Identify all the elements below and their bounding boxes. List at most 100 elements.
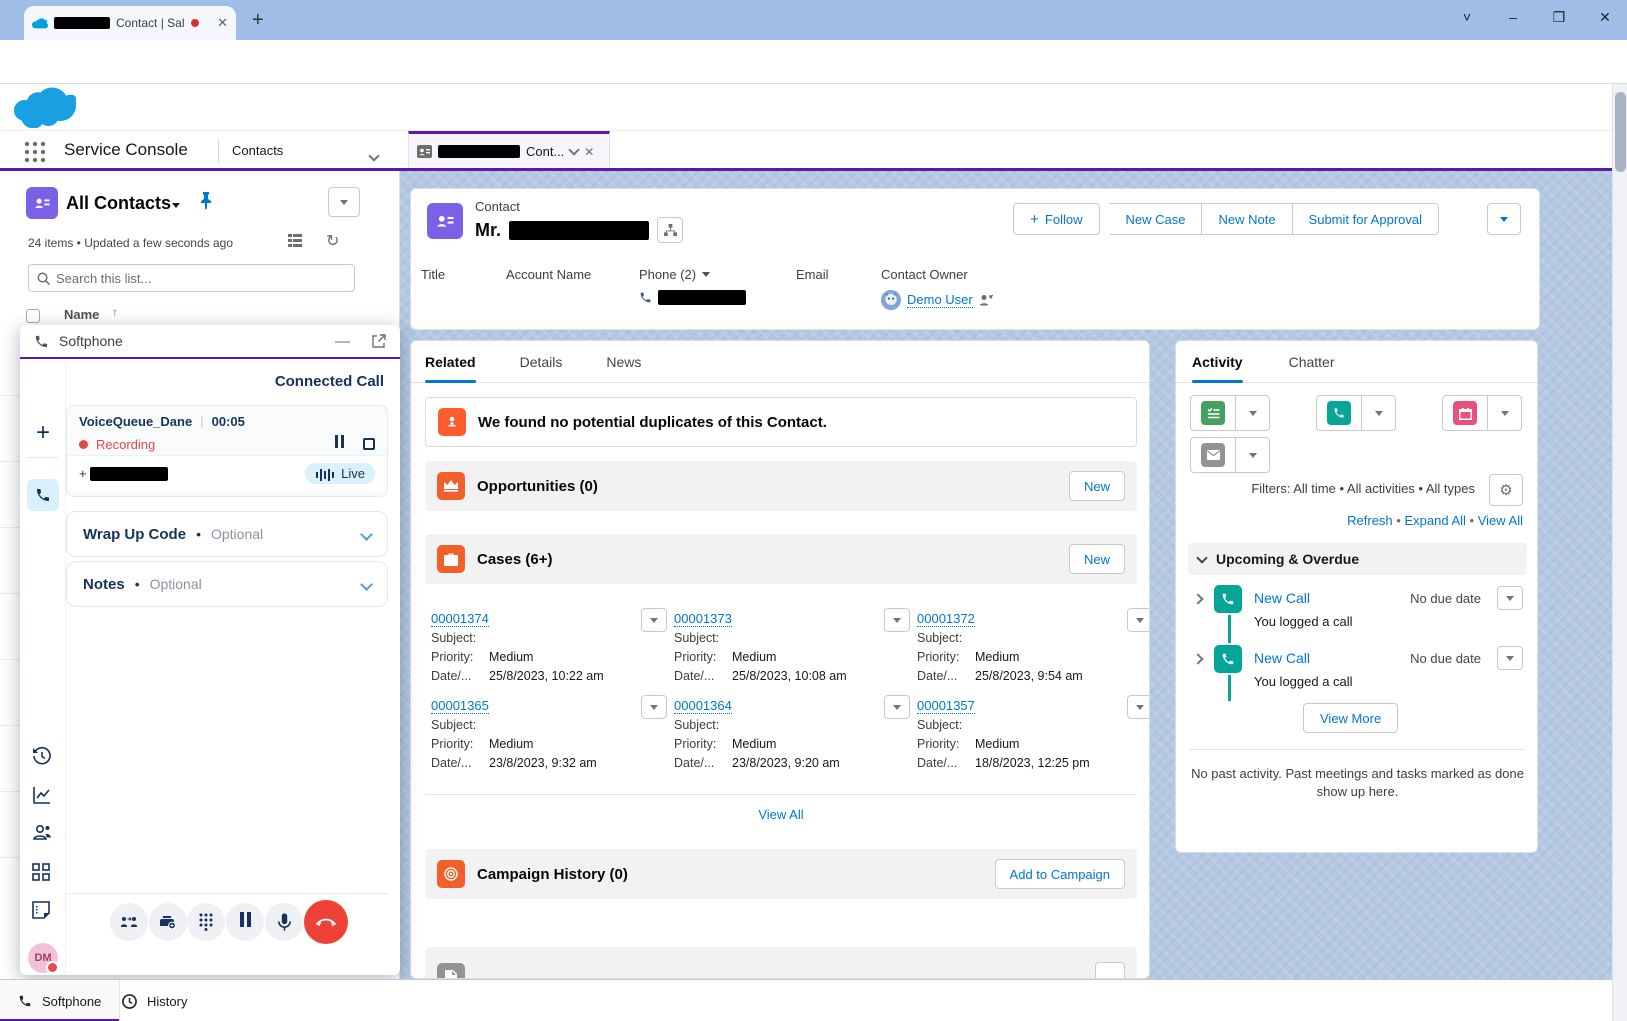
browser-tab[interactable]: Contact | Sal ✕ [24, 6, 236, 40]
new-call-plus-icon[interactable]: + [20, 419, 66, 447]
list-view-controls-dropdown[interactable] [328, 187, 360, 217]
cases-section-header[interactable]: Cases (6+) New [425, 534, 1137, 584]
case-number-link[interactable]: 00001357 [917, 698, 975, 714]
new-task-dropdown[interactable] [1236, 395, 1270, 431]
display-as-icon[interactable] [288, 234, 304, 248]
case-number-link[interactable]: 00001372 [917, 611, 975, 627]
refresh-list-icon[interactable]: ↻ [326, 231, 339, 251]
new-event-button[interactable] [1442, 395, 1488, 431]
nav-tab-contacts[interactable]: Contacts [232, 143, 283, 158]
add-to-campaign-button[interactable]: Add to Campaign [995, 859, 1125, 889]
tab-related[interactable]: Related [425, 341, 476, 383]
pause-recording-icon[interactable] [333, 435, 345, 453]
window-minimize-icon[interactable]: – [1491, 0, 1535, 34]
select-all-checkbox[interactable] [26, 309, 40, 323]
popout-icon[interactable] [372, 334, 386, 348]
window-close-icon[interactable]: ✕ [1583, 0, 1627, 34]
tab-activity[interactable]: Activity [1192, 341, 1243, 383]
case-row-actions[interactable] [884, 608, 910, 632]
analytics-icon[interactable] [32, 785, 52, 805]
cases-view-all-link[interactable]: View All [758, 807, 803, 822]
page-scrollbar[interactable] [1612, 84, 1627, 1021]
log-call-button[interactable] [1316, 395, 1362, 431]
opportunities-new-button[interactable]: New [1069, 471, 1125, 501]
case-row-actions[interactable] [641, 695, 667, 719]
activity-filters[interactable]: Filters: All time • All activities • All… [1251, 481, 1475, 496]
name-column-header[interactable]: Name [64, 307, 99, 322]
case-number-link[interactable]: 00001365 [431, 698, 489, 714]
opportunities-section-header[interactable]: Opportunities (0) New [425, 461, 1137, 511]
activity-item-actions[interactable] [1497, 646, 1523, 670]
refresh-link[interactable]: Refresh [1347, 513, 1393, 528]
mute-mic-button[interactable] [265, 903, 303, 941]
field-phone-label[interactable]: Phone (2) [639, 267, 796, 282]
stop-recording-icon[interactable] [363, 438, 375, 450]
section-button-partial[interactable] [1095, 962, 1125, 979]
contacts-icon[interactable] [32, 823, 52, 841]
case-row-actions[interactable] [884, 695, 910, 719]
change-owner-icon[interactable] [979, 294, 993, 307]
activity-item-expand-icon[interactable] [1192, 653, 1203, 664]
hold-call-button[interactable] [226, 903, 264, 941]
list-view-dropdown-icon[interactable] [172, 203, 180, 208]
new-tab-button[interactable]: + [252, 10, 264, 30]
live-transcription-badge[interactable]: Live [305, 463, 375, 484]
scrollbar-thumb[interactable] [1615, 92, 1626, 172]
upcoming-overdue-header[interactable]: Upcoming & Overdue [1188, 543, 1527, 575]
email-button[interactable] [1190, 437, 1236, 473]
new-case-button[interactable]: New Case [1110, 203, 1203, 235]
log-call-dropdown[interactable] [1362, 395, 1396, 431]
case-number-link[interactable]: 00001374 [431, 611, 489, 627]
activity-settings-gear-icon[interactable]: ⚙ [1489, 474, 1523, 506]
case-row-actions[interactable] [1127, 695, 1150, 719]
submit-for-approval-button[interactable]: Submit for Approval [1293, 203, 1439, 235]
email-dropdown[interactable] [1236, 437, 1270, 473]
activity-item-expand-icon[interactable] [1192, 593, 1203, 604]
view-all-link[interactable]: View All [1478, 513, 1523, 528]
utility-tab-history[interactable]: History [104, 980, 205, 1021]
notes-icon[interactable] [32, 901, 50, 919]
transfer-call-button[interactable] [110, 903, 148, 941]
new-note-button[interactable]: New Note [1202, 203, 1292, 235]
tab-search-chevron-icon[interactable]: ˅ [1445, 0, 1489, 34]
end-call-button[interactable] [304, 900, 348, 944]
activity-item-link[interactable]: New Call [1254, 590, 1310, 606]
agent-avatar[interactable]: DM [28, 943, 58, 973]
tab-details[interactable]: Details [520, 341, 563, 383]
apps-grid-icon[interactable] [32, 863, 50, 881]
dialpad-button[interactable] [187, 903, 225, 941]
case-number-link[interactable]: 00001364 [674, 698, 732, 714]
window-maximize-icon[interactable]: ❐ [1537, 0, 1581, 34]
wrap-up-code-section[interactable]: Wrap Up Code • Optional [66, 511, 388, 557]
more-actions-dropdown[interactable] [1487, 203, 1521, 235]
nav-tab-dropdown-icon[interactable] [370, 147, 378, 165]
follow-button[interactable]: +Follow [1013, 203, 1099, 235]
tab-chatter[interactable]: Chatter [1289, 341, 1335, 383]
list-view-title[interactable]: All Contacts [66, 193, 171, 214]
activity-item-actions[interactable] [1497, 586, 1523, 610]
case-row-actions[interactable] [1127, 608, 1150, 632]
field-phone-value[interactable] [639, 290, 796, 305]
hierarchy-button[interactable] [657, 217, 683, 243]
owner-link[interactable]: Demo User [907, 292, 973, 308]
tab-close-icon[interactable]: ✕ [217, 15, 228, 31]
list-search-box[interactable]: Search this list... [28, 264, 355, 292]
utility-tab-softphone[interactable]: Softphone [0, 980, 120, 1021]
app-launcher-icon[interactable] [24, 141, 46, 163]
minimize-icon[interactable]: — [335, 333, 350, 350]
case-row-actions[interactable] [641, 608, 667, 632]
expand-all-link[interactable]: Expand All [1404, 513, 1465, 528]
pin-icon[interactable] [198, 191, 214, 211]
app-name[interactable]: Service Console [64, 140, 188, 160]
view-more-button[interactable]: View More [1303, 703, 1398, 733]
active-call-tab-icon[interactable] [27, 479, 59, 511]
new-event-dropdown[interactable] [1488, 395, 1522, 431]
campaign-history-section-header[interactable]: Campaign History (0) Add to Campaign [425, 849, 1137, 899]
workspace-tab-chevron-icon[interactable] [569, 144, 580, 155]
tab-news[interactable]: News [606, 341, 641, 383]
cases-new-button[interactable]: New [1069, 544, 1125, 574]
case-number-link[interactable]: 00001373 [674, 611, 732, 627]
workspace-tab-close-icon[interactable]: ✕ [584, 145, 594, 159]
transfer-device-button[interactable] [149, 903, 187, 941]
call-history-icon[interactable] [32, 746, 52, 766]
